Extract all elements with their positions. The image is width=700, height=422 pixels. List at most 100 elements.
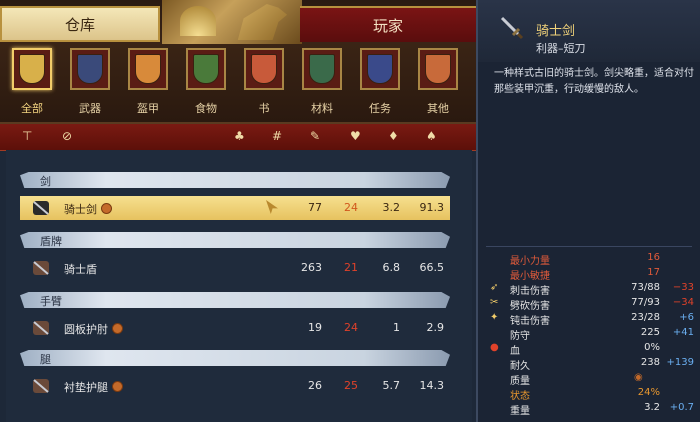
item-v4: 2.9	[426, 321, 445, 334]
stat-row: 重量 3.2 +0.7	[486, 400, 696, 417]
armor-stat-icon[interactable]: ♣	[234, 129, 245, 143]
stat-row: ➶ 刺击伤害 73/88 −33	[486, 280, 696, 297]
item-row[interactable]: 衬垫护腿 26 25 5.7 14.3	[20, 374, 450, 398]
stat-value: 0%	[644, 342, 660, 353]
stat-value: 24%	[637, 387, 660, 398]
filter-bar: ⊤ ⊘ ♣ # ✎ ♥ ♦ ♠	[0, 124, 476, 151]
item-v1: 77	[308, 201, 322, 214]
category-0[interactable]: 全部	[6, 48, 58, 120]
item-v2: 24	[344, 321, 358, 334]
sort-icon[interactable]: ⊤	[22, 129, 32, 143]
stat-key: 重量	[510, 406, 530, 417]
item-name: 骑士盾	[64, 263, 97, 276]
item-v4: 66.5	[419, 261, 445, 274]
item-v3: 1	[393, 321, 400, 334]
category-label: 材料	[311, 102, 333, 115]
crest-emblem	[162, 0, 302, 44]
durability-icon[interactable]: ♥	[350, 129, 361, 143]
value-icon[interactable]: ♠	[426, 129, 437, 143]
compare-icon[interactable]: ⊘	[62, 129, 72, 143]
category-3[interactable]: 食物	[180, 48, 232, 120]
stat-row: 耐久 238 +139	[486, 355, 696, 372]
armor-icon	[128, 48, 168, 90]
leg-guard-icon	[30, 376, 52, 396]
item-v2: 24	[344, 201, 358, 214]
item-name: 圆板护肘	[64, 321, 123, 337]
item-v4: 14.3	[419, 379, 445, 392]
category-4[interactable]: 书	[238, 48, 290, 120]
item-v1: 26	[308, 379, 322, 392]
pierce-icon: ➶	[490, 282, 499, 293]
stat-row: ● 血 0%	[486, 340, 696, 357]
count-icon[interactable]: #	[272, 129, 282, 143]
group-header: 手臂	[20, 292, 450, 308]
coin-icon	[101, 203, 112, 214]
category-label: 食物	[195, 102, 217, 115]
category-label: 书	[258, 102, 270, 115]
stat-delta: +41	[672, 327, 694, 338]
item-description: 一种样式古旧的骑士剑。剑尖略重，适合对付那些装甲沉重，行动缓慢的敌人。	[494, 68, 694, 95]
category-1[interactable]: 武器	[64, 48, 116, 120]
item-row[interactable]: 骑士盾 263 21 6.8 66.5	[20, 256, 450, 280]
group-title: 手臂	[40, 295, 62, 308]
blood-icon: ●	[490, 342, 499, 353]
stat-value: 17	[647, 267, 660, 278]
group-title: 剑	[40, 175, 51, 188]
shield-icon	[30, 258, 52, 278]
stat-delta: +139	[666, 357, 694, 368]
category-6[interactable]: 任务	[354, 48, 406, 120]
item-v3: 3.2	[382, 201, 401, 214]
coin-icon	[112, 323, 123, 334]
stat-value: 225	[640, 327, 660, 338]
all-items-icon	[12, 48, 52, 90]
item-v4: 91.3	[419, 201, 445, 214]
stat-value: 3.2	[644, 402, 660, 413]
quality-icon: ◉	[634, 372, 643, 383]
stat-row: 最小敏捷 17	[486, 265, 696, 282]
category-label: 其他	[427, 102, 449, 115]
group-header: 腿	[20, 350, 450, 366]
category-label: 武器	[79, 102, 101, 115]
category-7[interactable]: 其他	[412, 48, 464, 120]
stat-delta: +0.7	[669, 402, 694, 413]
slash-icon: ✂	[490, 297, 499, 308]
stat-value: 16	[647, 252, 660, 263]
food-icon	[186, 48, 226, 90]
stat-row: 状态 24%	[486, 385, 696, 402]
stat-row: 防守 225 +41	[486, 325, 696, 342]
stat-value: 73/88	[631, 282, 660, 293]
tab-bar: 仓库 玩家	[0, 0, 476, 44]
item-name: 骑士剑	[536, 24, 576, 39]
group-header: 剑	[20, 172, 450, 188]
blunt-icon: ✦	[490, 312, 499, 323]
stat-value: 23/28	[631, 312, 660, 323]
category-label: 任务	[369, 102, 391, 115]
elbow-guard-icon	[30, 318, 52, 338]
group-title: 腿	[40, 353, 51, 366]
category-bar: 全部 武器 盔甲 食物 书 材料 任务 其他	[0, 44, 476, 124]
book-icon	[244, 48, 284, 90]
item-subtype: 利器–短刀	[536, 42, 586, 55]
item-detail-panel: 骑士剑 利器–短刀 一种样式古旧的骑士剑。剑尖略重，适合对付那些装甲沉重，行动缓…	[476, 0, 700, 422]
tab-player[interactable]: 玩家	[300, 6, 476, 42]
category-2[interactable]: 盔甲	[122, 48, 174, 120]
weight-icon[interactable]: ♦	[388, 129, 399, 143]
cursor-icon	[266, 200, 278, 214]
item-v3: 5.7	[382, 379, 401, 392]
stat-value: 238	[640, 357, 660, 368]
tab-storage[interactable]: 仓库	[0, 6, 160, 42]
group-header: 盾牌	[20, 232, 450, 248]
stat-delta: +6	[679, 312, 694, 323]
divider	[486, 246, 692, 247]
item-row[interactable]: 圆板护肘 19 24 1 2.9	[20, 316, 450, 340]
group-title: 盾牌	[40, 235, 62, 248]
item-v1: 263	[301, 261, 322, 274]
category-5[interactable]: 材料	[296, 48, 348, 120]
item-row[interactable]: 骑士剑 77 24 3.2 91.3	[20, 196, 450, 220]
weapon-icon	[70, 48, 110, 90]
category-label: 盔甲	[137, 102, 159, 115]
sword-icon	[30, 198, 52, 218]
detail-header: 骑士剑 利器–短刀	[478, 0, 700, 62]
strength-icon[interactable]: ✎	[310, 129, 320, 143]
item-v1: 19	[308, 321, 322, 334]
